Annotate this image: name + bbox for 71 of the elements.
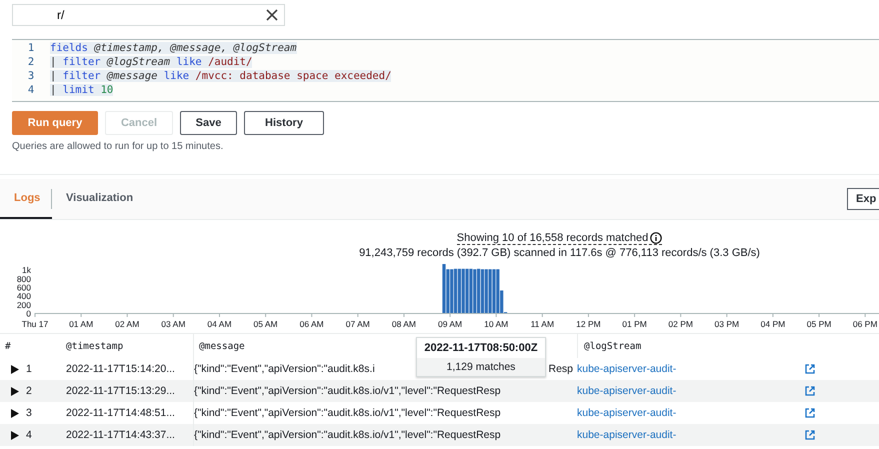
- axis-label: 03 PM: [714, 319, 740, 329]
- records-matched-text: Showing 10 of 16,558 records matched: [456, 232, 648, 244]
- export-button[interactable]: Exp: [847, 188, 879, 210]
- column-header[interactable]: @message: [199, 340, 245, 352]
- table-cell: Resp: [548, 363, 573, 375]
- line-number: 3: [26, 70, 36, 82]
- axis-label: 05 AM: [254, 319, 278, 329]
- axis-label: 02 AM: [115, 319, 140, 329]
- table-cell: 2022-11-17T14:43:37...: [66, 429, 175, 441]
- column-header[interactable]: #: [5, 340, 11, 352]
- log-stream-link[interactable]: kube-apiserver-audit-: [577, 363, 676, 375]
- axis-label: 02 PM: [668, 319, 693, 329]
- axis-label: 09 AM: [438, 319, 462, 329]
- row-number: 1: [26, 363, 32, 375]
- axis-label: 08 AM: [392, 319, 416, 329]
- expand-icon[interactable]: [11, 408, 19, 418]
- axis-label: Thu 17: [22, 319, 48, 329]
- scan-stats-text: 91,243,759 records (392.7 GB) scanned in 117.6s @ 776,113 records/s (3.3 GB/s): [358, 247, 761, 259]
- axis-label: 03 AM: [161, 319, 186, 329]
- query-button[interactable]: Save: [180, 111, 237, 135]
- table-cell: {"kind":"Event","apiVersion":"audit.k8s.io/v1","level":"RequestResp: [194, 429, 501, 441]
- column-header[interactable]: @timestamp: [66, 340, 124, 352]
- table-cell: {"kind":"Event","apiVersion":"audit.k8s.i: [194, 363, 375, 375]
- axis-label: 04 AM: [207, 319, 232, 329]
- log-stream-link[interactable]: kube-apiserver-audit-: [577, 407, 676, 419]
- external-link-icon[interactable]: [805, 430, 815, 440]
- axis-label: 200: [16, 300, 31, 310]
- line-number: 1: [26, 42, 36, 54]
- row-number: 2: [26, 385, 32, 397]
- table-cell: 2022-11-17T14:48:51...: [66, 407, 175, 419]
- axis-label: 12 PM: [576, 319, 601, 329]
- axis-label: 01 PM: [622, 319, 647, 329]
- expand-icon[interactable]: [11, 364, 19, 374]
- expand-icon[interactable]: [11, 430, 19, 440]
- table-cell: {"kind":"Event","apiVersion":"audit.k8s.io/v1","level":"RequestResp: [194, 385, 501, 397]
- axis-label: 600: [16, 282, 31, 292]
- column-header[interactable]: @logStream: [584, 340, 642, 352]
- tab[interactable]: Visualization: [52, 179, 152, 219]
- line-number: 4: [26, 84, 36, 96]
- table-cell: 2022-11-17T15:14:20...: [66, 363, 175, 375]
- row-number: 3: [26, 407, 32, 419]
- axis-label: 800: [16, 274, 31, 284]
- axis-label: 06 AM: [300, 319, 324, 329]
- external-link-icon[interactable]: [805, 408, 815, 418]
- query-button[interactable]: History: [244, 111, 324, 135]
- axis-label: 1k: [22, 265, 31, 276]
- row-number: 4: [26, 429, 32, 441]
- expand-icon[interactable]: [11, 386, 19, 396]
- axis-label: 07 AM: [346, 319, 370, 329]
- line-number: 2: [26, 56, 36, 68]
- external-link-icon[interactable]: [805, 364, 815, 374]
- table-cell: {"kind":"Event","apiVersion":"audit.k8s.io/v1","level":"RequestResp: [194, 407, 501, 419]
- axis-label: 400: [16, 291, 31, 302]
- axis-label: 06 PM: [852, 319, 878, 329]
- axis-label: 04 PM: [760, 319, 786, 329]
- code-editor[interactable]: 1 fields @timestamp, @message, @logStream 2 | filter @logStream like /audit/ 3 | filter @message like /mvcc: database space exceeded/ 4 | limit 10: [12, 39, 879, 102]
- hint-text: Queries are allowed to run for up to 15 minutes.: [11, 140, 224, 154]
- axis-label: 10 AM: [484, 319, 508, 329]
- axis-label: 0: [26, 308, 31, 318]
- search-field[interactable]: r/: [12, 4, 285, 26]
- external-link-icon[interactable]: [805, 386, 815, 396]
- axis-label: 01 AM: [69, 319, 94, 329]
- tooltip-text: 1,129 matches: [417, 358, 545, 376]
- info-icon[interactable]: [650, 232, 662, 244]
- log-stream-link[interactable]: kube-apiserver-audit-: [577, 429, 676, 441]
- tooltip-title: 2022-11-17T08:50:00Z: [423, 341, 539, 356]
- log-stream-link[interactable]: kube-apiserver-audit-: [577, 385, 676, 397]
- axis-label: 05 PM: [806, 319, 832, 329]
- close-icon[interactable]: [265, 8, 279, 22]
- table-cell: 2022-11-17T15:13:29...: [66, 385, 175, 397]
- axis-label: 11 AM: [530, 319, 554, 329]
